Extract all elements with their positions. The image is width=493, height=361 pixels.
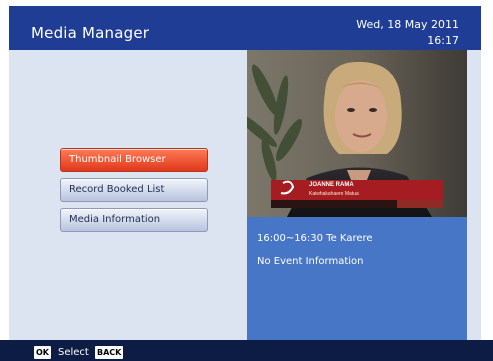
menu-item-record-booked-list[interactable]: Record Booked List: [60, 178, 208, 202]
media-manager-screen: Media Manager Wed, 18 May 2011 16:17 Thu…: [0, 0, 493, 361]
lower-third-name: JOANNE RAMA: [309, 182, 354, 188]
media-menu: Thumbnail Browser Record Booked List Med…: [60, 148, 208, 238]
date-text: Wed, 18 May 2011: [356, 18, 459, 31]
page-title: Media Manager: [31, 24, 150, 42]
frame-left: [0, 0, 9, 361]
preview-panel: JOANNE RAMA Kaiwhakahaere Matua 16:00~16…: [247, 50, 467, 340]
video-preview: JOANNE RAMA Kaiwhakahaere Matua: [247, 50, 467, 217]
ok-key-icon[interactable]: OK: [34, 346, 51, 359]
time-text: 16:17: [427, 34, 459, 47]
ok-select-label: Select: [58, 347, 89, 358]
programme-time: 16:00~16:30 Te Karere: [257, 233, 373, 244]
back-key-icon[interactable]: BACK: [95, 346, 124, 359]
header-bar: Media Manager Wed, 18 May 2011 16:17: [9, 6, 481, 50]
frame-right: [481, 0, 493, 361]
menu-item-media-information[interactable]: Media Information: [60, 208, 208, 232]
programme-info: No Event Information: [257, 256, 364, 267]
lower-third-role: Kaiwhakahaere Matua: [309, 191, 359, 197]
datetime: Wed, 18 May 2011 16:17: [356, 17, 459, 49]
menu-item-thumbnail-browser[interactable]: Thumbnail Browser: [60, 148, 208, 172]
